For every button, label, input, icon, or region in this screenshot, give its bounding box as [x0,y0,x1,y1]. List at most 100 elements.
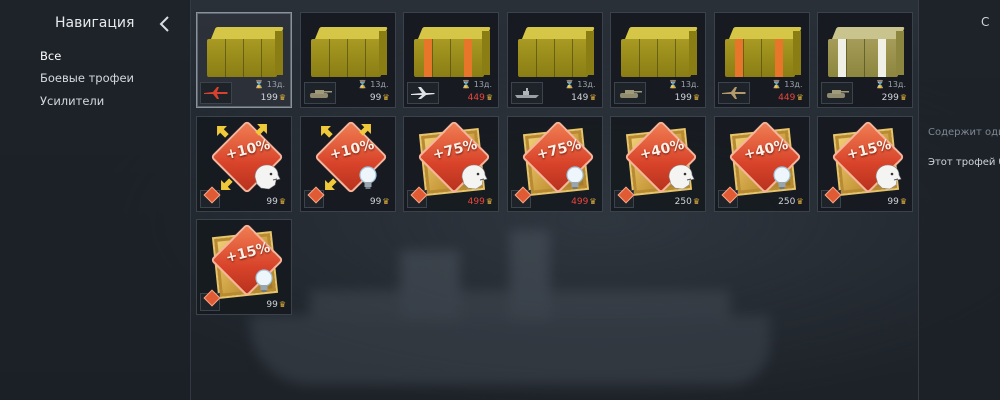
trophy-crate-tile[interactable]: ⌛ 13д. 149♛ [506,12,603,108]
crate-seam [760,39,762,77]
duration-label: ⌛ 13д. [875,80,906,89]
nav-item-boosters[interactable]: Усилители [40,94,104,108]
arrow-icon [215,123,229,138]
booster-type-icon [203,186,221,203]
booster-tile[interactable]: +10% 99♛ [196,115,292,212]
price-label: 499♛ [571,196,597,207]
booster-type-icon [410,186,428,203]
booster-type-box [200,186,221,208]
crate-icon [414,27,491,77]
golden-eagle-icon: ♛ [485,93,493,102]
duration-label: ⌛ 13д. [254,80,285,89]
booster-tile[interactable]: +15% 99♛ [817,115,913,212]
price-label: 449♛ [778,93,804,103]
crate-stripe [878,39,886,77]
crate-seam [243,39,244,77]
tank-icon [303,82,336,104]
booster-tile[interactable]: +15% 99♛ [196,219,292,315]
price-label: 299♛ [881,93,907,103]
golden-eagle-icon: ♛ [589,196,597,206]
crate-stripe [734,39,743,77]
trophy-crate-tile[interactable]: ⌛ 13д. 199♛ [610,12,706,108]
lightbulb-icon [564,165,586,191]
jet-white-icon [407,82,439,104]
booster-type-icon [203,289,221,307]
crate-icon [724,27,802,77]
crate-icon [517,27,595,77]
booster-type-box [200,289,221,311]
golden-eagle-icon: ♛ [485,196,493,206]
booster-type-box [614,186,635,208]
booster-tile[interactable]: +75% 499♛ [506,115,603,212]
golden-eagle-icon: ♛ [899,93,907,102]
price-label: 99♛ [369,93,390,103]
golden-eagle-icon: ♛ [692,93,700,102]
booster-type-box [407,186,428,208]
info-contains-label: Содержит оди [928,127,1000,138]
crate-seam [535,39,537,77]
crate-side [378,31,387,75]
navigation-panel: Навигация Все Боевые трофеи Усилители [0,0,191,400]
crate-icon [310,27,388,77]
lightbulb-icon [771,165,793,191]
crate-seam [571,39,573,77]
nav-title: Навигация [55,15,135,31]
trophy-crate-tile[interactable]: ⌛ 13д. 449♛ [403,12,499,108]
crate-side [896,31,904,75]
booster-tile[interactable]: +40% 250♛ [610,115,706,212]
price-label: 250♛ [674,196,700,207]
crate-seam [742,39,744,77]
info-panel: С Содержит оди Этот трофей б [918,0,1000,400]
info-description: Этот трофей б [928,157,1000,168]
booster-tile[interactable]: +75% 499♛ [403,115,499,212]
crate-side [689,31,697,75]
price-label: 250♛ [778,196,804,207]
crate-seam [346,39,348,77]
background-ship [250,230,770,390]
lion-icon [665,163,695,191]
booster-tile[interactable]: +40% 250♛ [713,115,810,212]
golden-eagle-icon: ♛ [899,196,907,206]
crate-body [517,39,588,77]
crate-seam [364,39,366,77]
crate-side [792,31,801,75]
price-label: 199♛ [674,93,700,103]
trophy-crate-tile[interactable]: ⌛ 13д. 199♛ [196,12,292,108]
golden-eagle-icon: ♛ [382,196,390,206]
crate-icon [621,27,698,77]
golden-eagle-icon: ♛ [382,93,390,102]
crate-seam [639,39,640,77]
collapse-chevron-left-icon[interactable] [157,14,173,34]
booster-tile[interactable]: +10% 99♛ [299,115,396,212]
trophy-crate-tile[interactable]: ⌛ 13д. 99♛ [299,12,396,108]
nav-item-battle-trophies[interactable]: Боевые трофеи [40,71,134,85]
plane-red-icon [200,82,232,104]
duration-label: ⌛ 13д. [357,80,389,89]
lightbulb-icon [253,268,275,294]
price-label: 199♛ [260,93,286,103]
golden-eagle-icon: ♛ [796,93,804,102]
crate-side [482,31,490,75]
crate-seam [657,39,658,77]
crate-body [310,39,381,77]
crate-seam [846,39,847,77]
golden-eagle-icon: ♛ [589,93,597,102]
crate-icon [828,27,905,77]
duration-label: ⌛ 13д. [668,80,699,89]
arrow-icon [255,121,269,136]
crate-seam [450,39,451,77]
nav-item-all[interactable]: Все [40,49,61,63]
golden-eagle-icon: ♛ [278,196,286,206]
crate-side [275,31,283,75]
crate-seam [328,39,330,77]
crate-seam [261,39,262,77]
booster-type-icon [721,186,738,203]
crate-seam [864,39,865,77]
trophy-crate-tile[interactable]: ⌛ 13д. 449♛ [713,12,810,108]
crate-seam [675,39,676,77]
price-label: 99♛ [266,196,286,207]
crate-stripe [838,39,846,77]
trophy-crate-tile[interactable]: ⌛ 13д. 299♛ [817,12,913,108]
crate-side [585,31,594,75]
nav-header: Навигация [0,0,190,48]
